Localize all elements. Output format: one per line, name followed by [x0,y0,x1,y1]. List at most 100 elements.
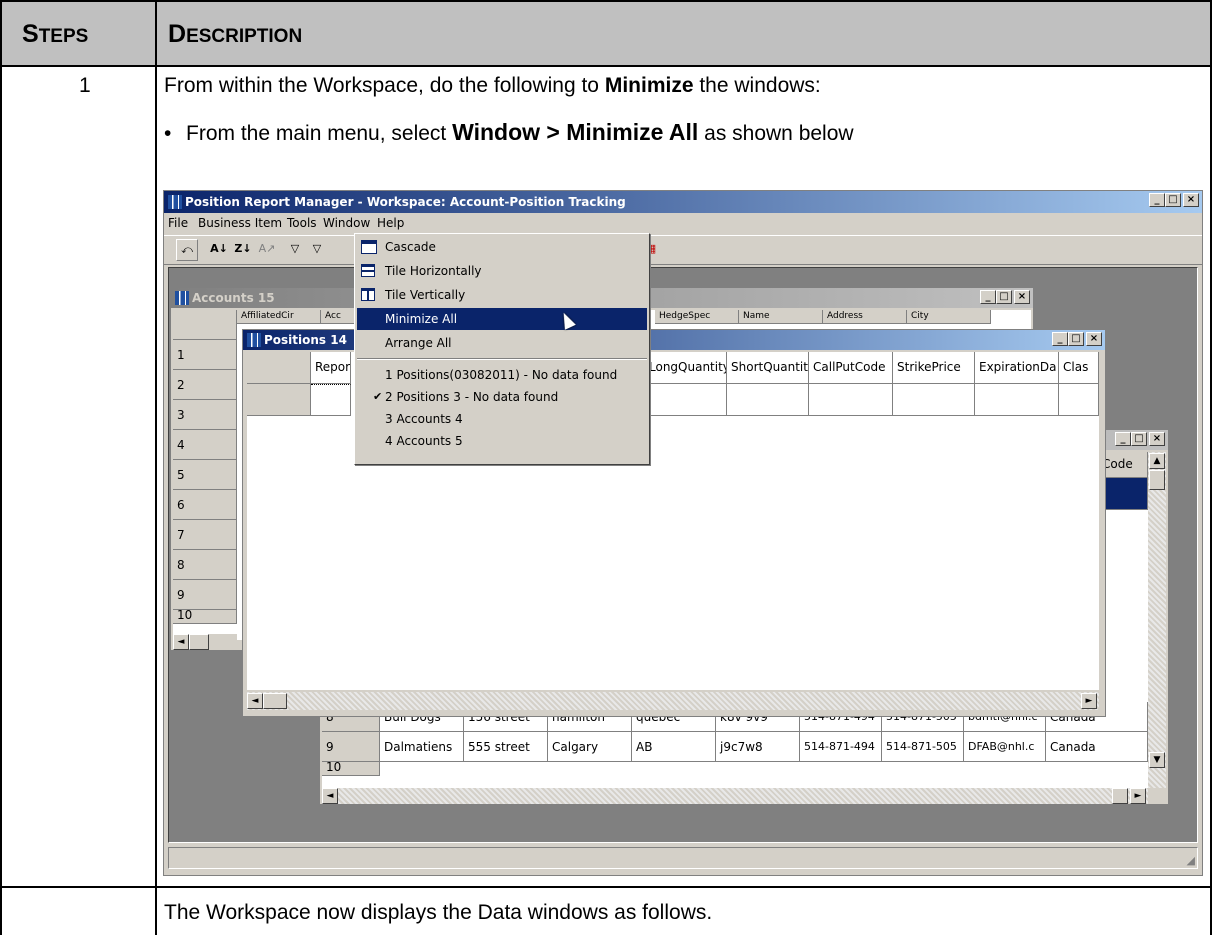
table-cell[interactable]: 555 street [464,732,548,762]
row-number-cell[interactable]: 2 [173,370,237,400]
accounts15-window-controls: _ □ × [980,290,1030,304]
menu-business-item[interactable]: Business Item [198,213,282,233]
menu-item-minimize-all[interactable]: Minimize All [357,308,647,330]
maximize-button[interactable]: □ [1165,193,1181,207]
scroll-up-icon[interactable]: ▲ [1149,453,1165,469]
window-menu-dropdown: Cascade Tile Horizontally Tile Verticall… [354,233,650,465]
positions14-close-button[interactable]: × [1086,332,1102,346]
bullet-instruction: • From the main menu, select Window > Min… [164,119,854,145]
new-row-cell[interactable] [645,384,727,416]
scroll-right-icon[interactable]: ► [1130,788,1146,804]
row-number-cell[interactable]: 10 [322,762,380,776]
menu-item-window-3[interactable]: 3 Accounts 4 [357,408,647,430]
menu-item-tile-horizontally[interactable]: Tile Horizontally [357,260,647,282]
filter-clear-icon[interactable]: ▽ [306,239,328,261]
column-header[interactable]: ExpirationDa [975,352,1059,384]
accounts-back-minimize-button[interactable]: _ [1115,432,1131,446]
scroll-right-icon[interactable]: ► [1081,693,1097,709]
table-cell[interactable]: 514-871-494 [800,732,882,762]
filter-icon[interactable]: ▽ [284,239,306,261]
menu-item-window-4[interactable]: 4 Accounts 5 [357,430,647,452]
sort-custom-icon[interactable]: A↗ [256,239,278,261]
new-row-cell[interactable] [893,384,975,416]
accounts15-minimize-button[interactable]: _ [980,290,996,304]
accounts-back-hscrollbar[interactable]: ◄ ► [322,788,1148,804]
bullet-marker: • [164,122,172,145]
table-cell[interactable]: Canada [1046,732,1148,762]
menu-help[interactable]: Help [377,213,404,233]
column-header[interactable]: City [907,310,991,324]
column-header[interactable]: Name [739,310,823,324]
scroll-down-icon[interactable]: ▼ [1149,752,1165,768]
row-number-cell[interactable]: 9 [322,732,380,762]
column-header[interactable]: Repor [311,352,351,384]
column-header[interactable]: HedgeSpec [655,310,739,324]
menu-tools[interactable]: Tools [287,213,317,233]
minimize-button[interactable]: _ [1149,193,1165,207]
row-number-cell[interactable]: 8 [173,550,237,580]
positions14-maximize-button[interactable]: □ [1068,332,1084,346]
row-number-cell[interactable]: 6 [173,490,237,520]
row-number-cell[interactable]: 9 [173,580,237,610]
column-header[interactable]: Clas [1059,352,1099,384]
table-cell[interactable]: 514-871-505 [882,732,964,762]
corner-cell [173,310,237,340]
accounts-back-vscrollbar[interactable]: ▲ ▼ [1148,452,1166,788]
menu-item-tile-vertically[interactable]: Tile Vertically [357,284,647,306]
menu-item-window-1[interactable]: 1 Positions(03082011) - No data found [357,364,647,386]
new-row-cell[interactable] [975,384,1059,416]
sort-descending-icon[interactable]: Z↓ [232,239,254,261]
row-number-cell[interactable]: 7 [173,520,237,550]
positions14-minimize-button[interactable]: _ [1052,332,1068,346]
new-row-cell[interactable] [809,384,893,416]
table-cell[interactable]: Calgary [548,732,632,762]
menubar: File Business Item Tools Window Help [164,213,1202,233]
table-cell[interactable]: j9c7w8 [716,732,800,762]
accounts-back-close-button[interactable]: × [1149,432,1165,446]
new-row-cell[interactable] [311,384,351,416]
table-cell[interactable]: AB [632,732,716,762]
row-number-cell[interactable]: 1 [173,340,237,370]
scroll-left-icon[interactable]: ◄ [247,693,263,709]
mouse-cursor-icon [558,310,576,330]
step-number: 1 [79,74,91,97]
column-header[interactable]: CallPutCode [809,352,893,384]
scroll-left-end-icon[interactable] [1112,788,1128,804]
accounts15-maximize-button[interactable]: □ [996,290,1012,304]
scroll-thumb[interactable] [263,693,287,709]
new-row-cell[interactable] [727,384,809,416]
column-header[interactable]: ShortQuantit [727,352,809,384]
new-row-cell[interactable] [1059,384,1099,416]
menu-item-cascade[interactable]: Cascade [357,236,647,258]
app-title: Position Report Manager - Workspace: Acc… [185,195,626,209]
accounts-back-maximize-button[interactable]: □ [1131,432,1147,446]
sort-ascending-icon[interactable]: A↓ [208,239,230,261]
row-number-cell[interactable]: 3 [173,400,237,430]
positions14-hscrollbar[interactable]: ◄ ► [247,692,1099,710]
scroll-thumb[interactable] [1149,470,1165,490]
menu-window[interactable]: Window [323,213,370,233]
scroll-thumb[interactable] [189,634,209,650]
accounts15-close-button[interactable]: × [1014,290,1030,304]
column-header[interactable]: LongQuantity [645,352,727,384]
table-cell[interactable]: DFAB@nhl.c [964,732,1046,762]
column-header[interactable]: AffiliatedCir [237,310,321,324]
table-cell[interactable]: Dalmatiens [380,732,464,762]
column-header[interactable]: StrikePrice [893,352,975,384]
row-number-cell[interactable]: 4 [173,430,237,460]
column-header[interactable]: Address [823,310,907,324]
corner-cell [247,352,311,384]
menu-item-arrange-all[interactable]: Arrange All [357,332,647,354]
close-button[interactable]: × [1183,193,1199,207]
menu-item-window-2[interactable]: ✔ 2 Positions 3 - No data found [357,386,647,408]
app-title-bar[interactable]: Position Report Manager - Workspace: Acc… [164,191,1202,213]
undo-icon[interactable]: ⤺ [176,239,198,261]
accounts15-title: Accounts 15 [192,291,275,305]
scroll-left-icon[interactable]: ◄ [322,788,338,804]
accounts15-hscrollbar[interactable]: ◄ [173,634,237,650]
row-number-cell[interactable]: 10 [173,610,237,624]
new-row-header[interactable] [247,384,311,416]
menu-file[interactable]: File [168,213,188,233]
scroll-left-icon[interactable]: ◄ [173,634,189,650]
row-number-cell[interactable]: 5 [173,460,237,490]
